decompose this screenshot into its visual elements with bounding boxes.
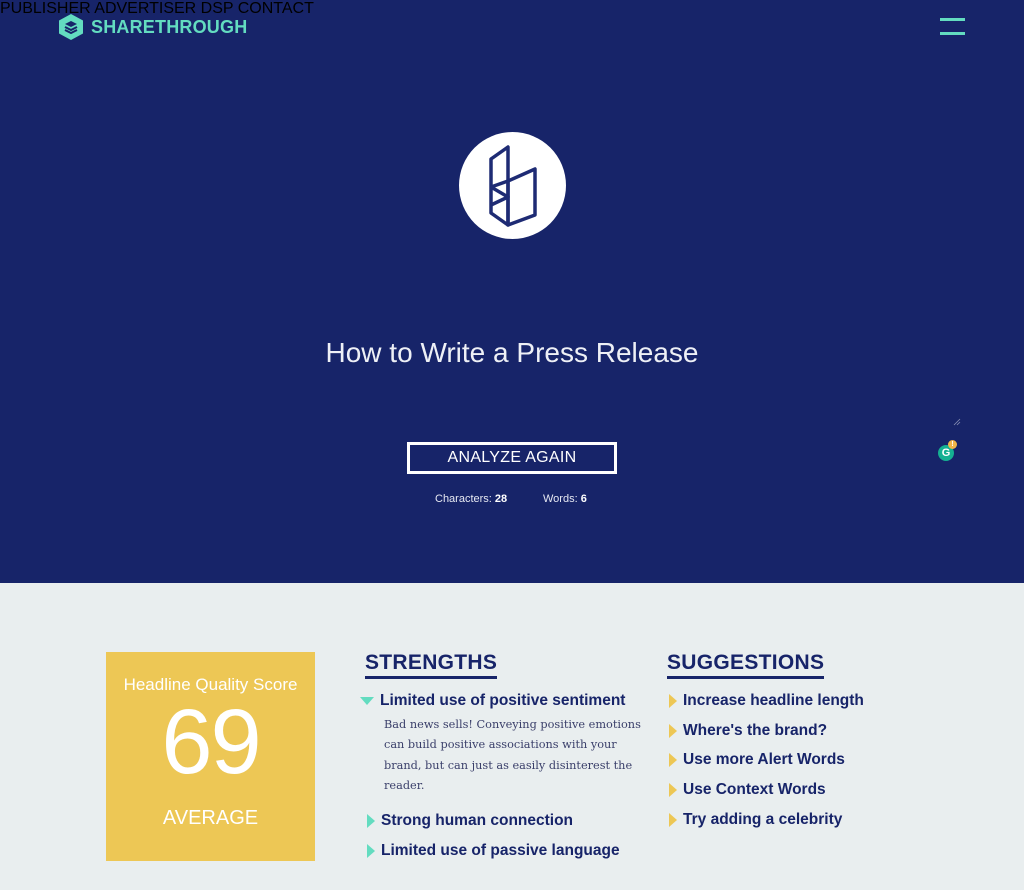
strength-label: Strong human connection (381, 812, 574, 829)
analyze-again-button[interactable]: ANALYZE AGAIN (407, 442, 617, 474)
characters-value: 28 (494, 493, 508, 505)
score-rating: AVERAGE (162, 807, 259, 829)
headline-input[interactable] (0, 337, 1024, 369)
characters-count: Characters: 28 (435, 493, 507, 505)
caret-right-icon (367, 814, 375, 828)
caret-right-icon (669, 753, 677, 767)
score-value: 69 (161, 691, 261, 793)
suggestions-heading: SUGGESTIONS (667, 651, 825, 680)
analyzer-logo (459, 132, 566, 239)
suggestion-item[interactable]: Increase headline length (669, 692, 864, 710)
sharethrough-hexagon-icon (59, 14, 83, 40)
strength-item[interactable]: Strong human connection (367, 812, 573, 830)
strength-label: Limited use of positive sentiment (380, 692, 626, 709)
caret-right-icon (669, 694, 677, 708)
suggestion-item[interactable]: Use more Alert Words (669, 751, 845, 769)
strength-description: Bad news sells! Conveying positive emoti… (384, 718, 641, 792)
caret-right-icon (669, 813, 677, 827)
words-count: Words: 6 (543, 493, 587, 505)
characters-label: Characters: (435, 493, 492, 505)
strength-item[interactable]: Limited use of positive sentiment (360, 692, 626, 710)
strength-item[interactable]: Limited use of passive language (367, 842, 620, 860)
hero-section: SHARETHROUGH PUBLISHER ADVERTISER DSP CO… (0, 0, 1024, 583)
suggestion-label: Increase headline length (683, 692, 864, 709)
resize-grip-icon[interactable] (953, 418, 961, 426)
brand-logo-link[interactable]: SHARETHROUGH (59, 14, 247, 40)
strength-label: Limited use of passive language (381, 842, 620, 859)
strengths-heading: STRENGTHS (365, 651, 498, 680)
words-value: 6 (580, 493, 587, 505)
suggestion-item[interactable]: Try adding a celebrity (669, 811, 842, 829)
hamburger-menu-icon[interactable] (940, 18, 965, 36)
caret-right-icon (669, 783, 677, 797)
suggestion-label: Use more Alert Words (683, 751, 845, 768)
headline-quality-score-card: Headline Quality Score 69 AVERAGE (106, 652, 315, 861)
suggestion-item[interactable]: Where's the brand? (669, 722, 827, 740)
grammarly-alert-badge: ! (948, 440, 957, 449)
suggestion-item[interactable]: Use Context Words (669, 781, 826, 799)
suggestion-label: Try adding a celebrity (683, 811, 843, 828)
suggestion-label: Use Context Words (683, 781, 826, 798)
caret-right-icon (669, 724, 677, 738)
suggestion-label: Where's the brand? (683, 722, 828, 739)
headline-analyzer-logo-icon (488, 144, 537, 227)
caret-right-icon (367, 844, 375, 858)
words-label: Words: (543, 493, 578, 505)
nav-contact[interactable]: CONTACT (238, 0, 314, 17)
brand-name: SHARETHROUGH (91, 16, 248, 37)
grammarly-letter: G (941, 447, 951, 459)
caret-down-icon (360, 697, 374, 705)
